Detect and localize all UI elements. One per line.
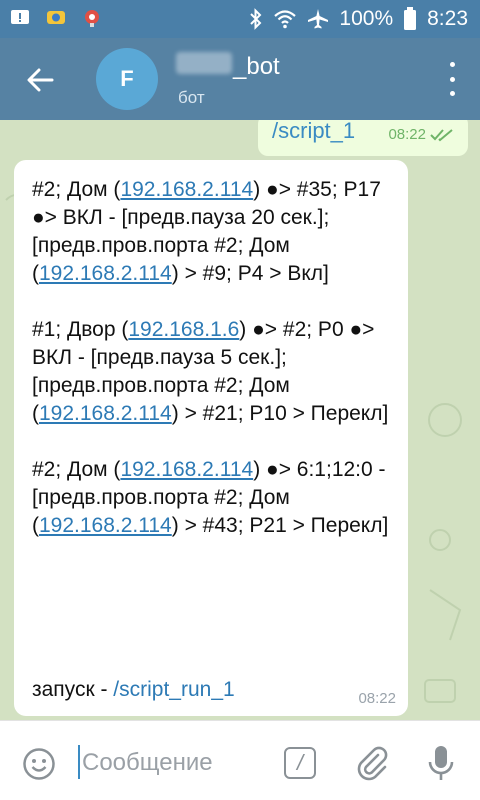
- incoming-time: 08:22: [358, 690, 396, 707]
- rule-paragraph-2: #1; Двор (192.168.1.6) ●> #2; P0 ●> ВКЛ …: [32, 318, 389, 425]
- ip-link[interactable]: 192.168.2.114: [120, 458, 253, 481]
- back-button[interactable]: [20, 60, 60, 100]
- more-dots-icon: [449, 62, 455, 67]
- game-notification-icon: [82, 8, 102, 28]
- ip-link[interactable]: 192.168.2.114: [39, 514, 172, 537]
- chat-header: F _bot бот: [0, 38, 480, 120]
- bot-status: бот: [178, 88, 205, 107]
- run-line: запуск - /script_run_1: [32, 678, 235, 702]
- battery-level: 100%: [339, 7, 394, 30]
- run-command-link[interactable]: /script_run_1: [113, 678, 234, 701]
- emoji-button[interactable]: [22, 747, 56, 781]
- rule-paragraph-1: #2; Дом (192.168.2.114) ●> #35; P17 ●> В…: [32, 178, 381, 285]
- attach-button[interactable]: [354, 745, 390, 781]
- ip-link[interactable]: 192.168.2.114: [39, 262, 172, 285]
- bot-title[interactable]: _bot: [176, 52, 280, 81]
- incoming-message[interactable]: #2; Дом (192.168.2.114) ●> #35; P17 ●> В…: [14, 160, 408, 716]
- smiley-icon: [23, 748, 55, 780]
- message-input[interactable]: [82, 745, 272, 781]
- clock: 8:23: [427, 7, 468, 30]
- redacted-name: [176, 52, 232, 74]
- bluetooth-icon: [249, 8, 263, 30]
- run-label: запуск -: [32, 678, 114, 701]
- status-bar: 100% 8:23: [0, 0, 480, 38]
- alert-notification-icon: [10, 8, 30, 28]
- microphone-icon: [428, 746, 454, 780]
- app-notification-icon: [46, 8, 66, 28]
- outgoing-meta: 08:22: [388, 126, 456, 143]
- battery-icon: [403, 7, 417, 31]
- wifi-icon: [273, 9, 297, 29]
- arrow-left-icon: [27, 68, 54, 92]
- text-cursor: [78, 745, 80, 779]
- paperclip-icon: [357, 746, 388, 781]
- microphone-button[interactable]: [424, 743, 458, 783]
- ip-link[interactable]: 192.168.2.114: [39, 402, 172, 425]
- double-check-icon: [430, 128, 453, 141]
- avatar-letter: F: [120, 66, 134, 91]
- outgoing-time: 08:22: [388, 126, 426, 143]
- ip-link[interactable]: 192.168.1.6: [128, 318, 239, 341]
- ip-link[interactable]: 192.168.2.114: [120, 178, 253, 201]
- chat-area[interactable]: /script_1 08:22 #2; Дом (192.168.2.114) …: [0, 120, 480, 720]
- slash-icon: /: [296, 750, 304, 775]
- message-body: #2; Дом (192.168.2.114) ●> #35; P17 ●> В…: [32, 176, 392, 568]
- outgoing-message[interactable]: /script_1 08:22: [258, 120, 468, 156]
- outgoing-command-text[interactable]: /script_1: [272, 120, 355, 144]
- bot-avatar[interactable]: F: [96, 48, 158, 110]
- rule-paragraph-3: #2; Дом (192.168.2.114) ●> 6:1;12:0 - [п…: [32, 458, 389, 537]
- message-composer: /: [0, 720, 480, 800]
- more-menu-button[interactable]: [442, 62, 462, 96]
- bot-name-suffix: _bot: [233, 53, 280, 80]
- airplane-mode-icon: [307, 8, 329, 30]
- bot-command-button[interactable]: /: [284, 747, 316, 779]
